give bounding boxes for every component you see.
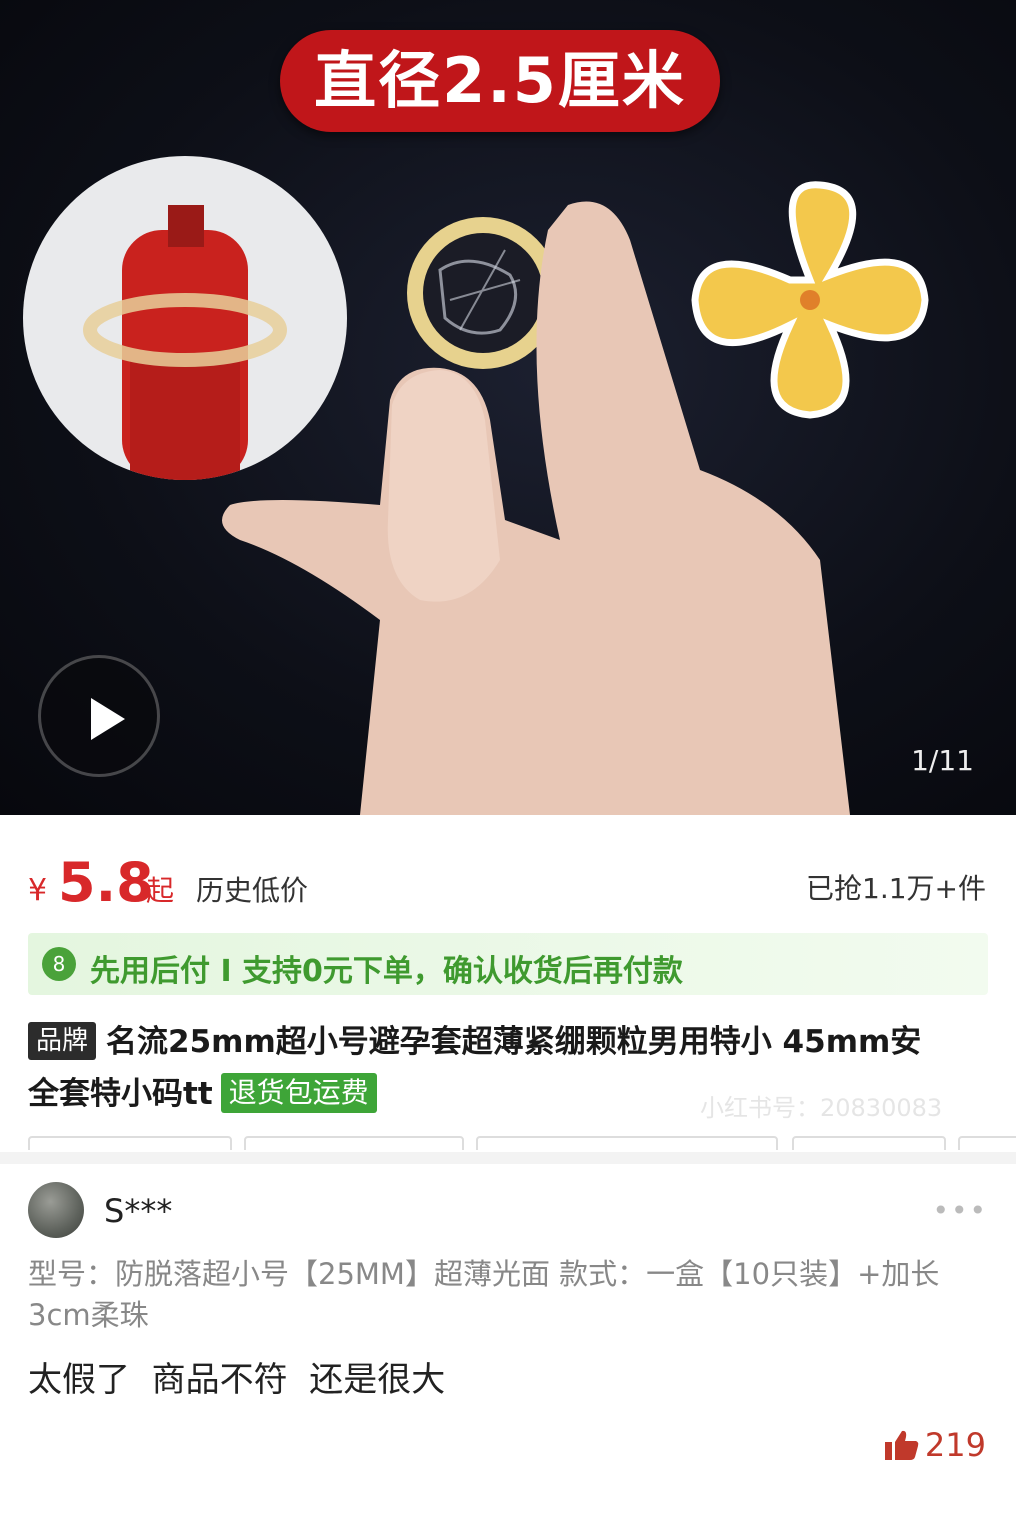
flower-sticker (691, 181, 929, 419)
price-value: 5.8 (58, 851, 154, 914)
feature-chip[interactable] (476, 1136, 778, 1150)
inset-photo (23, 156, 347, 480)
avatar[interactable] (28, 1182, 84, 1238)
pay-later-badge-icon: 8 (42, 947, 76, 981)
currency-symbol: ¥ (28, 873, 48, 908)
review-card: S*** ••• 型号：防脱落超小号【25MM】超薄光面 款式：一盒【10只装】… (0, 1164, 1016, 1516)
ring-item (407, 217, 559, 369)
price-row: ¥ 5.8 起 历史低价 已抢1.1万+件 (0, 815, 1016, 933)
pay-later-text: 先用后付 I 支持0元下单，确认收货后再付款 (90, 954, 683, 989)
feature-chip[interactable] (958, 1136, 1016, 1150)
thumbs-up-icon (884, 1430, 919, 1460)
price-suffix: 起 (146, 874, 175, 907)
more-icon[interactable]: ••• (932, 1194, 988, 1227)
sold-count: 已抢1.1万+件 (806, 872, 986, 905)
play-icon (91, 698, 125, 740)
feature-chips (28, 1136, 1016, 1150)
review-text: 太假了 商品不符 还是很大 (28, 1360, 446, 1400)
pay-later-banner[interactable]: 8 先用后付 I 支持0元下单，确认收货后再付款 (28, 933, 988, 995)
feature-chip[interactable] (792, 1136, 946, 1150)
reviewer-name[interactable]: S*** (104, 1192, 172, 1230)
image-counter: 1/11 (911, 744, 974, 777)
play-video-button[interactable] (38, 655, 160, 777)
free-return-tag: 退货包运费 (220, 1073, 377, 1113)
watermark: 小红书号：20830083 (700, 1094, 943, 1122)
product-image-carousel[interactable]: 直径2.5厘米 1/11 (0, 0, 1016, 815)
brand-tag: 品牌 (28, 1022, 97, 1060)
like-button[interactable]: 219 (884, 1426, 986, 1464)
like-count: 219 (924, 1426, 986, 1464)
purchased-spec: 型号：防脱落超小号【25MM】超薄光面 款式：一盒【10只装】+加长3cm柔珠 (28, 1257, 940, 1332)
section-divider (0, 1152, 1016, 1164)
feature-chip[interactable] (244, 1136, 464, 1150)
diameter-banner: 直径2.5厘米 (280, 30, 720, 132)
feature-chip[interactable] (28, 1136, 232, 1150)
lowest-price-tag: 历史低价 (196, 874, 309, 907)
